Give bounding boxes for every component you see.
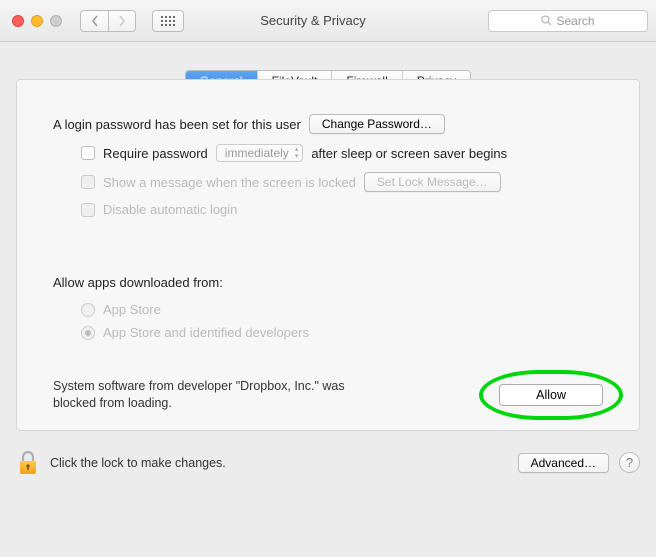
downloads-section: Allow apps downloaded from: App Store Ap… [17, 227, 639, 340]
blocked-software-row: System software from developer "Dropbox,… [17, 350, 639, 412]
help-button[interactable]: ? [619, 452, 640, 473]
lock-message: Click the lock to make changes. [50, 456, 508, 470]
blocked-message: System software from developer "Dropbox,… [53, 378, 383, 412]
search-placeholder: Search [556, 14, 594, 28]
chevron-right-icon [118, 15, 126, 27]
disable-auto-login-checkbox [81, 203, 95, 217]
help-icon: ? [626, 455, 633, 470]
stepper-icon: ▴▾ [295, 146, 299, 160]
nav-buttons [80, 10, 136, 32]
zoom-window-button [50, 15, 62, 27]
window-title: Security & Privacy [146, 13, 480, 28]
set-lock-message-button: Set Lock Message… [364, 172, 501, 192]
disable-auto-login-label: Disable automatic login [103, 202, 237, 217]
downloads-title: Allow apps downloaded from: [53, 275, 223, 290]
require-password-checkbox[interactable] [81, 146, 95, 160]
titlebar: Security & Privacy Search [0, 0, 656, 42]
radio-app-store [81, 303, 95, 317]
settings-panel: A login password has been set for this u… [16, 79, 640, 431]
show-message-label: Show a message when the screen is locked [103, 175, 356, 190]
radio-identified-developers-label: App Store and identified developers [103, 325, 309, 340]
change-password-button[interactable]: Change Password… [309, 114, 445, 134]
lock-button[interactable] [16, 449, 40, 477]
require-password-delay-select[interactable]: immediately ▴▾ [216, 144, 304, 162]
close-window-button[interactable] [12, 15, 24, 27]
radio-identified-developers [81, 326, 95, 340]
forward-button[interactable] [108, 10, 136, 32]
footer: Click the lock to make changes. Advanced… [0, 439, 656, 485]
minimize-window-button[interactable] [31, 15, 43, 27]
login-password-label: A login password has been set for this u… [53, 117, 301, 132]
radio-app-store-label: App Store [103, 302, 161, 317]
advanced-button[interactable]: Advanced… [518, 453, 609, 473]
window-controls [8, 15, 66, 27]
require-password-tail: after sleep or screen saver begins [311, 146, 507, 161]
lock-icon [16, 449, 40, 477]
require-password-label: Require password [103, 146, 208, 161]
login-section: A login password has been set for this u… [17, 80, 639, 217]
allow-button[interactable]: Allow [499, 384, 603, 406]
content-area: General FileVault Firewall Privacy A log… [0, 42, 656, 439]
search-icon [541, 15, 552, 26]
back-button[interactable] [80, 10, 108, 32]
chevron-left-icon [91, 15, 99, 27]
search-input[interactable]: Search [488, 10, 648, 32]
show-message-checkbox [81, 175, 95, 189]
